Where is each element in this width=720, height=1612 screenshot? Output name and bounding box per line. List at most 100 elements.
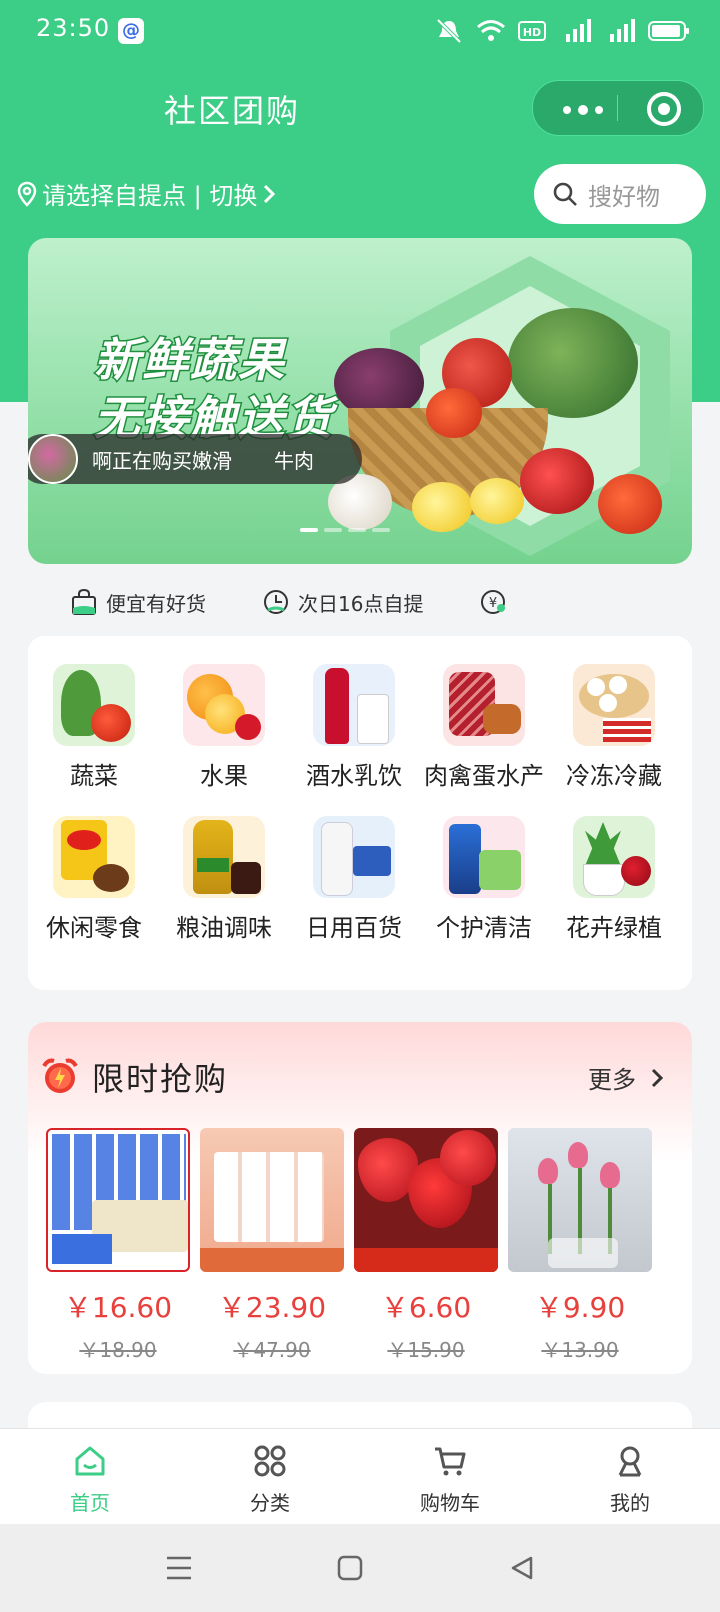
frozen-image (573, 664, 655, 746)
status-icons: HD (434, 18, 690, 44)
personal-care-image (443, 816, 525, 898)
tomato-image (426, 388, 482, 438)
feature-item: ¥ (479, 584, 507, 620)
flash-product[interactable]: ￥16.60 ￥18.90 (46, 1128, 190, 1363)
fruits-image (183, 664, 265, 746)
promo-banner[interactable]: 新鲜蔬果 无接触送货 啊正在购买嫩滑 牛肉 (28, 238, 692, 564)
clock-icon (264, 590, 288, 614)
battery-icon (648, 21, 689, 41)
location-pin-icon (17, 181, 37, 207)
flash-product[interactable]: ￥23.90 ￥47.90 (200, 1128, 344, 1363)
user-icon (618, 1446, 642, 1477)
category-drinks[interactable]: 酒水乳饮 (288, 664, 420, 791)
home-square-icon[interactable] (336, 1554, 364, 1582)
flash-product[interactable]: ￥9.90 ￥13.90 (508, 1128, 652, 1363)
signal-5g-icon (566, 19, 591, 42)
category-frozen[interactable]: 冷冻冷藏 (548, 664, 680, 791)
category-label: 日用百货 (306, 914, 402, 942)
tulip-image (508, 1128, 652, 1272)
tab-profile[interactable]: 我的 (540, 1429, 720, 1525)
cabbage-image (508, 308, 638, 418)
search-icon (553, 182, 577, 206)
category-label: 休闲零食 (46, 914, 142, 942)
pickup-label: 请选择自提点 | 切换 (42, 182, 258, 210)
tab-label: 分类 (250, 1491, 290, 1515)
flash-sale-section: 限时抢购 更多 ￥16.60 ￥18.90 ￥23.90 ￥47.90 ￥6.6… (28, 1022, 692, 1374)
ticker-text: 啊正在购买嫩滑 (92, 448, 232, 473)
cart-icon (435, 1447, 466, 1476)
tab-label: 购物车 (420, 1491, 480, 1515)
tissue-pack-image (46, 1128, 190, 1272)
pickup-point-selector[interactable]: 请选择自提点 | 切换 (16, 176, 277, 211)
snacks-image (53, 816, 135, 898)
meat-image (443, 664, 525, 746)
hd-icon: HD (518, 21, 546, 41)
grid-icon (254, 1445, 286, 1477)
more-label: 更多 (588, 1066, 636, 1094)
category-label: 花卉绿植 (566, 914, 662, 942)
product-price: ￥9.90 (534, 1291, 626, 1324)
feature-item: 便宜有好货 (70, 584, 206, 620)
product-original-price: ￥47.90 (233, 1338, 311, 1362)
svg-text:¥: ¥ (489, 596, 497, 611)
category-vegetables[interactable]: 蔬菜 (28, 664, 160, 791)
tab-cart[interactable]: 购物车 (360, 1429, 540, 1525)
category-personal-care[interactable]: 个护清洁 (418, 816, 550, 943)
miniprogram-capsule (532, 80, 704, 136)
product-price: ￥16.60 (63, 1291, 173, 1324)
category-snacks[interactable]: 休闲零食 (28, 816, 160, 943)
category-label: 水果 (200, 762, 248, 790)
home-icon (75, 1446, 105, 1476)
category-flowers-plants[interactable]: 花卉绿植 (548, 816, 680, 943)
tab-label: 首页 (70, 1491, 110, 1515)
category-grain-oil[interactable]: 粮油调味 (158, 816, 290, 943)
flash-sale-more-link[interactable]: 更多 (588, 1060, 664, 1095)
tab-home[interactable]: 首页 (0, 1429, 180, 1525)
lemon-image-2 (470, 478, 524, 524)
ticker-item: 牛肉 (274, 448, 314, 473)
status-bar: 23:50 @ HD (0, 0, 720, 64)
tomato-image-2 (598, 474, 662, 534)
search-box[interactable]: 搜好物 (534, 164, 706, 224)
back-icon[interactable] (508, 1554, 536, 1582)
category-label: 酒水乳饮 (306, 762, 402, 790)
tab-category[interactable]: 分类 (180, 1429, 360, 1525)
category-meat-seafood[interactable]: 肉禽蛋水产 (418, 664, 550, 791)
product-original-price: ￥15.90 (387, 1338, 465, 1362)
grain-oil-image (183, 816, 265, 898)
vegetables-image (53, 664, 135, 746)
mute-icon (436, 18, 462, 44)
category-label: 冷冻冷藏 (566, 762, 662, 790)
menu-icon[interactable] (164, 1554, 194, 1582)
daily-goods-image (313, 816, 395, 898)
page-title: 社区团购 (164, 92, 301, 130)
more-icon[interactable] (563, 105, 603, 115)
product-original-price: ￥13.90 (541, 1338, 619, 1362)
feature-item: 次日16点自提 (262, 584, 423, 620)
paper-towel-image (200, 1128, 344, 1272)
drinks-image (313, 664, 395, 746)
flowers-image (573, 816, 655, 898)
apple-image (520, 448, 594, 514)
flash-sale-title: 限时抢购 (92, 1060, 229, 1098)
category-fruits[interactable]: 水果 (158, 664, 290, 791)
category-daily-goods[interactable]: 日用百货 (288, 816, 420, 943)
banner-pagination (300, 528, 390, 532)
app-notification-icon: @ (118, 18, 144, 44)
status-time: 23:50 (36, 14, 111, 42)
flash-product[interactable]: ￥6.60 ￥15.90 (354, 1128, 498, 1363)
category-label: 个护清洁 (436, 914, 532, 942)
alarm-clock-icon (42, 1058, 78, 1093)
close-target-icon[interactable] (647, 92, 681, 126)
service-features: 便宜有好货 次日16点自提 ¥ (70, 584, 720, 620)
signal-5g-icon-2 (610, 19, 635, 42)
tab-label: 我的 (610, 1491, 650, 1515)
product-original-price: ￥18.90 (79, 1338, 157, 1362)
svg-text:HD: HD (523, 26, 541, 39)
category-label: 蔬菜 (70, 762, 118, 790)
yuan-coin-icon: ¥ (481, 590, 506, 614)
category-grid: 蔬菜 水果 酒水乳饮 肉禽蛋水产 冷冻冷藏 休闲零食 粮油调味 日用百货 个护清… (28, 636, 692, 990)
feature-label: 便宜有好货 (106, 591, 206, 616)
feature-label: 次日16点自提 (298, 591, 424, 616)
banner-headline-1: 新鲜蔬果 (93, 332, 286, 389)
